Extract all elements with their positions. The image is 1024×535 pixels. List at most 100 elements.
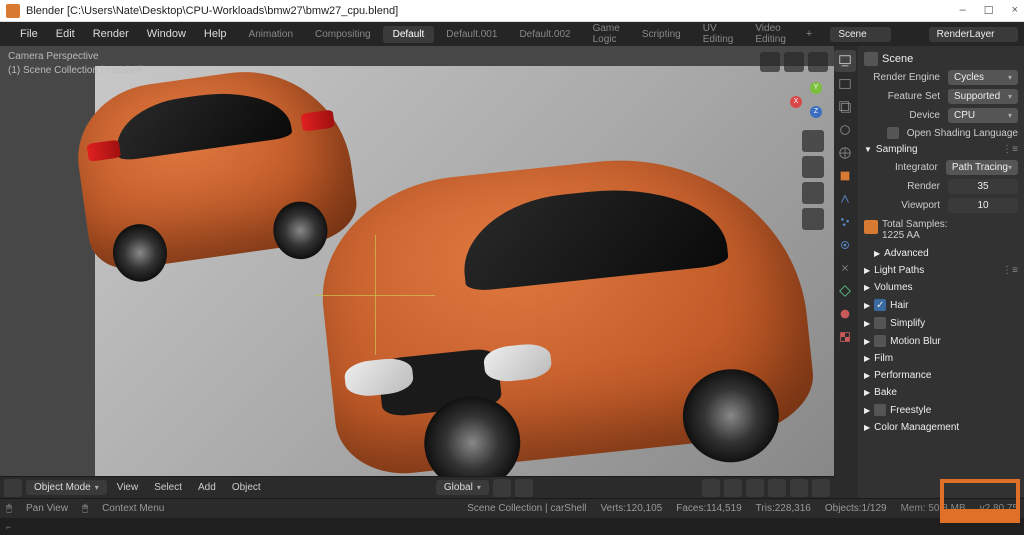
simplify-checkbox[interactable] — [874, 317, 886, 329]
workspace-video-editing[interactable]: Video Editing — [745, 20, 796, 48]
tab-texture[interactable] — [834, 326, 856, 348]
tab-world[interactable] — [834, 142, 856, 164]
axis-y-icon[interactable]: Y — [810, 82, 822, 94]
gizmo-rotate-icon[interactable] — [808, 52, 828, 72]
viewport-samples-input[interactable]: 10 — [948, 198, 1018, 213]
viewport-samples-label: Viewport — [864, 200, 944, 211]
tab-physics[interactable] — [834, 234, 856, 256]
hair-label: Hair — [890, 300, 908, 311]
zoom-gizmo-icon[interactable] — [802, 130, 824, 152]
freestyle-label: Freestyle — [890, 405, 931, 416]
section-options-icon[interactable]: ⋮≡ — [1002, 265, 1018, 276]
workspace-game-logic[interactable]: Game Logic — [583, 20, 630, 48]
workspace-uv-editing[interactable]: UV Editing — [693, 20, 744, 48]
feature-set-dropdown[interactable]: Supported▾ — [948, 89, 1018, 104]
axis-z-icon[interactable]: Z — [810, 106, 822, 118]
shading-rendered-icon[interactable] — [812, 479, 830, 497]
layer-selector[interactable]: RenderLayer — [929, 27, 1019, 42]
pan-gizmo-icon[interactable] — [802, 156, 824, 178]
tab-render[interactable] — [834, 50, 856, 72]
window-title: Blender [C:\Users\Nate\Desktop\CPU-Workl… — [26, 5, 960, 17]
viewport-samples-row: Viewport 10 — [862, 196, 1020, 215]
freestyle-checkbox[interactable] — [874, 404, 886, 416]
performance-section[interactable]: ▶ Performance — [862, 367, 1020, 384]
window-menu[interactable]: Window — [139, 25, 194, 43]
motion-blur-label: Motion Blur — [890, 336, 941, 347]
integrator-row: Integrator Path Tracing▾ — [862, 158, 1020, 177]
workspace-default002[interactable]: Default.002 — [509, 26, 580, 43]
scene-selector[interactable]: Scene — [830, 27, 890, 42]
object-menu[interactable]: Object — [226, 480, 267, 495]
motion-blur-section[interactable]: ▶ Motion Blur — [862, 332, 1020, 350]
minimize-button[interactable]: – — [960, 4, 966, 17]
shading-solid-icon[interactable] — [768, 479, 786, 497]
object-mode-dropdown[interactable]: Object Mode ▾ — [26, 480, 107, 495]
tab-constraints[interactable] — [834, 257, 856, 279]
file-menu[interactable]: File — [12, 25, 46, 43]
orientation-dropdown[interactable]: Global ▾ — [436, 480, 489, 495]
camera-gizmo-icon[interactable] — [802, 182, 824, 204]
osl-checkbox[interactable] — [887, 127, 899, 139]
xray-icon[interactable] — [724, 479, 742, 497]
triangle-right-icon: ▶ — [864, 388, 870, 397]
color-management-section[interactable]: ▶ Color Management — [862, 419, 1020, 436]
triangle-right-icon: ▶ — [874, 249, 880, 258]
triangle-right-icon: ▶ — [864, 301, 870, 310]
add-menu[interactable]: Add — [192, 480, 222, 495]
advanced-label: Advanced — [884, 248, 928, 259]
viewport-3d[interactable] — [0, 46, 834, 476]
integrator-dropdown[interactable]: Path Tracing▾ — [946, 160, 1018, 175]
info-icon — [864, 220, 878, 234]
light-paths-section[interactable]: ▶ Light Paths ⋮≡ — [862, 262, 1020, 279]
view-menu[interactable]: View — [111, 480, 145, 495]
render-engine-dropdown[interactable]: Cycles▾ — [948, 70, 1018, 85]
sampling-section[interactable]: ▼ Sampling ⋮≡ — [862, 141, 1020, 158]
tab-modifiers[interactable] — [834, 188, 856, 210]
app-icon — [6, 4, 20, 18]
film-section[interactable]: ▶ Film — [862, 350, 1020, 367]
gizmo-select-icon[interactable] — [760, 52, 780, 72]
workspace-default[interactable]: Default — [383, 26, 435, 43]
section-options-icon[interactable]: ⋮≡ — [1002, 144, 1018, 155]
snap-icon[interactable] — [493, 479, 511, 497]
tab-particles[interactable] — [834, 211, 856, 233]
simplify-section[interactable]: ▶ Simplify — [862, 314, 1020, 332]
footer-corner-icon[interactable]: ⌐ — [6, 522, 11, 532]
workspace-compositing[interactable]: Compositing — [305, 26, 381, 43]
render-menu[interactable]: Render — [85, 25, 137, 43]
bake-section[interactable]: ▶ Bake — [862, 384, 1020, 401]
workspace-animation[interactable]: Animation — [239, 26, 303, 43]
freestyle-section[interactable]: ▶ Freestyle — [862, 401, 1020, 419]
advanced-section[interactable]: ▶ Advanced — [862, 245, 1020, 262]
shading-lookdev-icon[interactable] — [790, 479, 808, 497]
edit-menu[interactable]: Edit — [48, 25, 83, 43]
proportional-icon[interactable] — [515, 479, 533, 497]
tab-output[interactable] — [834, 73, 856, 95]
axis-gizmo[interactable]: Y X Z — [780, 78, 824, 122]
tab-object[interactable] — [834, 165, 856, 187]
close-button[interactable]: × — [1012, 4, 1018, 17]
shading-wireframe-icon[interactable] — [746, 479, 764, 497]
select-menu[interactable]: Select — [148, 480, 188, 495]
status-pan-view: Pan View — [26, 503, 68, 514]
tab-viewlayer[interactable] — [834, 96, 856, 118]
maximize-button[interactable]: ☐ — [984, 4, 994, 17]
hair-section[interactable]: ▶ ✓ Hair — [862, 296, 1020, 314]
workspace-default001[interactable]: Default.001 — [436, 26, 507, 43]
volumes-section[interactable]: ▶ Volumes — [862, 279, 1020, 296]
ortho-gizmo-icon[interactable] — [802, 208, 824, 230]
tab-scene[interactable] — [834, 119, 856, 141]
axis-x-icon[interactable]: X — [790, 96, 802, 108]
workspace-add[interactable]: + — [798, 25, 820, 43]
overlays-icon[interactable] — [702, 479, 720, 497]
tab-mesh[interactable] — [834, 280, 856, 302]
device-dropdown[interactable]: CPU▾ — [948, 108, 1018, 123]
render-samples-input[interactable]: 35 — [948, 179, 1018, 194]
help-menu[interactable]: Help — [196, 25, 235, 43]
tab-material[interactable] — [834, 303, 856, 325]
editor-type-icon[interactable] — [4, 479, 22, 497]
motion-blur-checkbox[interactable] — [874, 335, 886, 347]
workspace-scripting[interactable]: Scripting — [632, 26, 691, 43]
hair-checkbox[interactable]: ✓ — [874, 299, 886, 311]
gizmo-move-icon[interactable] — [784, 52, 804, 72]
